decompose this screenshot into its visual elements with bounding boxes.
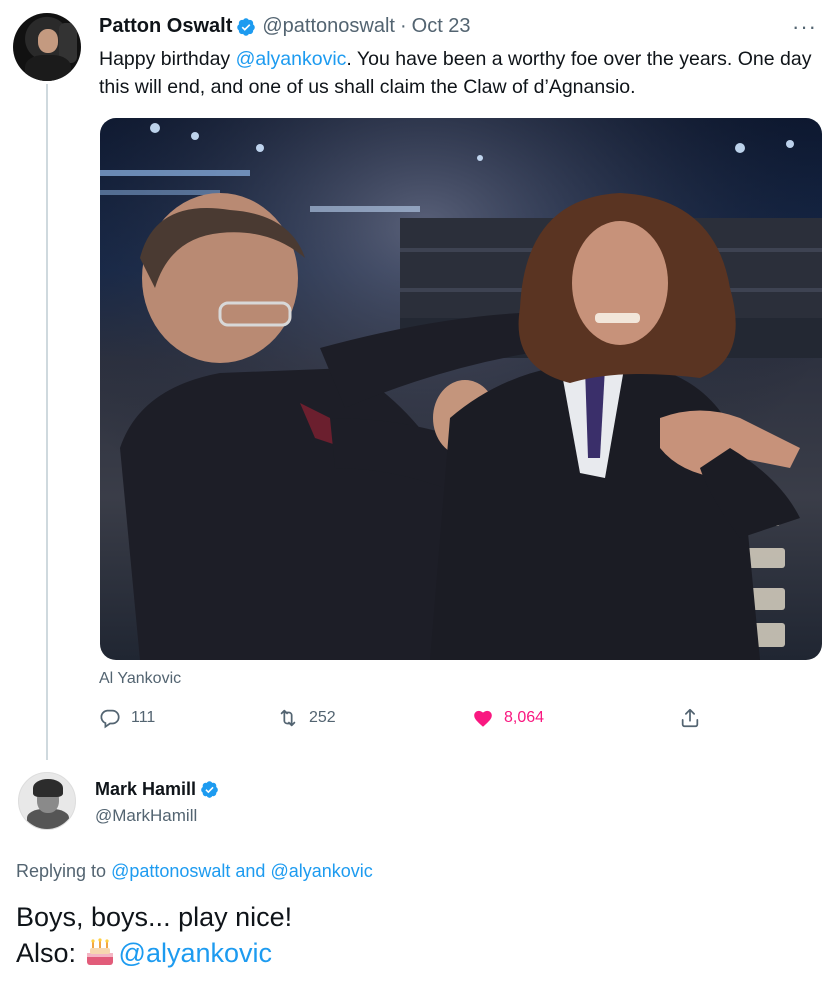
replying-to: Replying to @pattonoswalt and @alyankovi… <box>16 861 373 881</box>
reply-icon <box>100 709 120 729</box>
share-icon <box>681 708 699 728</box>
reply-button[interactable]: 111 <box>99 707 155 729</box>
reply-line-1: Boys, boys... play nice! <box>16 902 293 932</box>
replying-to-link-2[interactable]: @alyankovic <box>270 861 372 881</box>
mention-link[interactable]: @alyankovic <box>236 48 347 70</box>
separator-dot: · <box>399 15 407 37</box>
tweet-actions: 111 252 8,064 <box>99 707 819 739</box>
share-button[interactable] <box>679 707 701 729</box>
verified-badge-icon <box>201 781 218 798</box>
author-handle[interactable]: @pattonoswalt <box>262 15 395 38</box>
thread-connector-line <box>46 84 48 760</box>
photo-illustration <box>100 118 822 660</box>
verified-badge-icon <box>237 17 256 36</box>
birthday-cake-icon <box>86 938 113 965</box>
reply-text: Boys, boys... play nice! Also: @alyankov… <box>16 899 816 971</box>
reply-author-name[interactable]: Mark Hamill <box>95 779 196 800</box>
avatar-mark-hamill[interactable] <box>18 772 76 830</box>
reply-count: 111 <box>131 709 156 726</box>
reply-author-handle[interactable]: @MarkHamill <box>95 806 197 826</box>
photo-caption: Al Yankovic <box>99 670 182 687</box>
tweet-text: Happy birthday @alyankovic. You have bee… <box>99 48 812 98</box>
like-count: 8,064 <box>504 709 545 726</box>
tweet-header: Patton Oswalt @pattonoswalt · Oct 23 <box>99 15 471 38</box>
tweet-date[interactable]: Oct 23 <box>412 15 471 38</box>
replying-to-link-1[interactable]: @pattonoswalt <box>111 861 230 881</box>
reply-line-2: Also: @alyankovic <box>16 938 273 968</box>
retweet-icon <box>280 709 296 727</box>
retweet-count: 252 <box>309 709 336 726</box>
like-button[interactable]: 8,064 <box>472 707 544 729</box>
more-icon[interactable]: ··· <box>792 14 817 40</box>
heart-icon <box>474 710 492 727</box>
avatar-patton-oswalt[interactable] <box>13 13 81 81</box>
reply-author-name-row: Mark Hamill <box>95 779 225 800</box>
tweet-photo[interactable] <box>100 118 822 660</box>
reply-mention-link[interactable]: @alyankovic <box>119 938 272 968</box>
retweet-button[interactable]: 252 <box>277 707 336 729</box>
author-name[interactable]: Patton Oswalt <box>99 15 232 38</box>
